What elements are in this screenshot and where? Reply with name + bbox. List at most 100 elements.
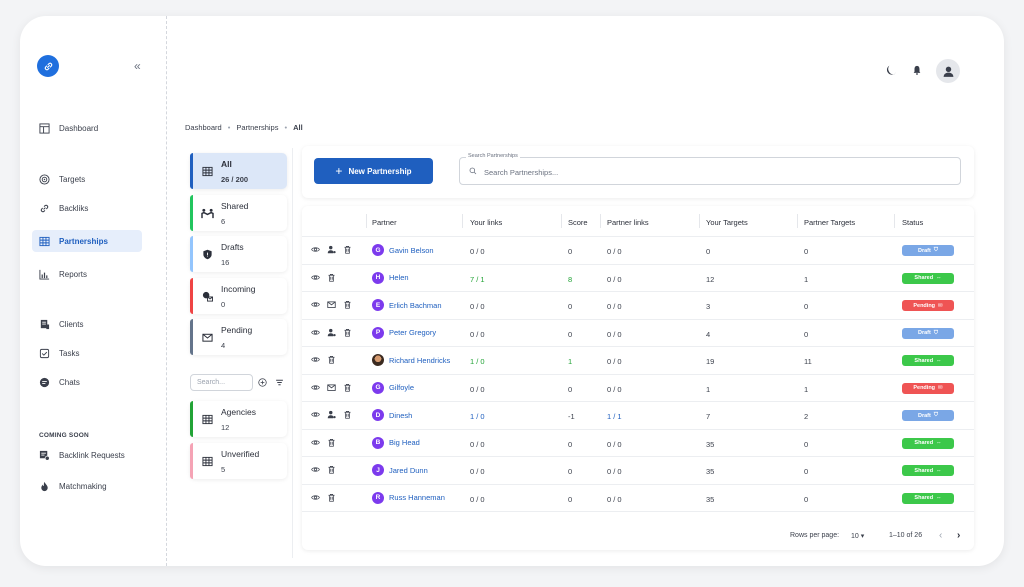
- partner-name-link[interactable]: R Russ Hanneman: [372, 491, 445, 504]
- sidebar-item-tasks[interactable]: Tasks: [32, 342, 142, 364]
- table-row[interactable]: P Peter Gregory 0 / 0 0 0 / 0 4 0 Draft ⛉: [302, 320, 974, 347]
- status-badge[interactable]: Pending ✉: [902, 300, 954, 311]
- table-row[interactable]: H Helen 7 / 1 8 0 / 0 12 1 Shared ⇔: [302, 265, 974, 292]
- category-pending[interactable]: Pending 4: [190, 319, 287, 355]
- table-row[interactable]: Richard Hendricks 1 / 0 1 0 / 0 19 11 Shared ⇔: [302, 347, 974, 375]
- category-all[interactable]: All 26 / 200: [190, 153, 287, 189]
- delete-partner-button[interactable]: [343, 328, 352, 339]
- sidebar-item-partnerships[interactable]: Partnerships: [32, 230, 142, 252]
- partner-name-link[interactable]: B Big Head: [372, 436, 420, 449]
- logo[interactable]: [37, 55, 59, 77]
- table-row[interactable]: G Gilfoyle 0 / 0 0 0 / 0 1 1 Pending ✉: [302, 375, 974, 402]
- column-header-partner[interactable]: Partner: [372, 218, 397, 227]
- search-partnerships-input[interactable]: Search Partnerships Search Partnerships.…: [459, 153, 961, 185]
- breadcrumb-link[interactable]: Partnerships: [236, 123, 278, 132]
- status-badge[interactable]: Shared ⇔: [902, 272, 954, 284]
- sidebar-item-chats[interactable]: Chats: [32, 371, 142, 393]
- prev-page-button[interactable]: ‹: [939, 530, 942, 541]
- new-partnership-button[interactable]: + New Partnership: [314, 158, 433, 184]
- score-cell: 0: [568, 494, 573, 504]
- status-badge[interactable]: Shared ⇔: [902, 492, 954, 504]
- table-row[interactable]: B Big Head 0 / 0 0 0 / 0 35 0 Shared ⇔: [302, 430, 974, 457]
- column-header-status[interactable]: Status: [902, 218, 923, 227]
- sidebar-item-label: Chats: [59, 377, 80, 387]
- table-row[interactable]: G Gavin Belson 0 / 0 0 0 / 0 0 0 Draft ⛉: [302, 237, 974, 265]
- partner-name-link[interactable]: J Jared Dunn: [372, 464, 428, 476]
- table-row[interactable]: E Erlich Bachman 0 / 0 0 0 / 0 3 0 Pending ✉: [302, 292, 974, 320]
- table-row[interactable]: R Russ Hanneman 0 / 0 0 0 / 0 35 0 Shared ⇔: [302, 485, 974, 512]
- trash-icon: [344, 300, 351, 309]
- column-header-your-links[interactable]: Your links: [470, 218, 502, 227]
- column-header-partner-targets[interactable]: Partner Targets: [804, 218, 855, 227]
- user-avatar[interactable]: [936, 59, 960, 83]
- partner-name-link[interactable]: G Gavin Belson: [372, 244, 434, 256]
- partner-name-link[interactable]: D Dinesh: [372, 409, 412, 421]
- message-partner-button[interactable]: [327, 300, 336, 311]
- view-partner-button[interactable]: [311, 465, 320, 476]
- sidebar-item-backlink-requests[interactable]: Backlink Requests: [32, 444, 142, 466]
- sidebar-item-clients[interactable]: Clients: [32, 313, 142, 335]
- add-group-button[interactable]: [258, 378, 267, 389]
- delete-partner-button[interactable]: [343, 383, 352, 394]
- status-badge[interactable]: Draft ⛉: [902, 410, 954, 421]
- delete-partner-button[interactable]: [327, 465, 336, 476]
- status-badge[interactable]: Pending ✉: [902, 382, 954, 394]
- collapse-sidebar-icon[interactable]: «: [134, 59, 141, 73]
- column-header-partner-links[interactable]: Partner links: [607, 218, 649, 227]
- partner-name-link[interactable]: G Gilfoyle: [372, 381, 414, 394]
- partner-name-link[interactable]: E Erlich Bachman: [372, 299, 442, 311]
- status-badge[interactable]: Shared ⇔: [902, 437, 954, 449]
- category-drafts[interactable]: Drafts 16: [190, 236, 287, 272]
- delete-partner-button[interactable]: [327, 438, 336, 449]
- trash-icon: [328, 273, 335, 282]
- category-incoming[interactable]: Incoming 0: [190, 278, 287, 314]
- view-partner-button[interactable]: [311, 328, 320, 339]
- delete-partner-button[interactable]: [327, 493, 336, 504]
- table-row[interactable]: D Dinesh 1 / 0 -1 1 / 1 7 2 Draft ⛉: [302, 402, 974, 430]
- delete-partner-button[interactable]: [327, 273, 336, 284]
- view-partner-button[interactable]: [311, 493, 320, 504]
- column-header-score[interactable]: Score: [568, 218, 588, 227]
- table-row[interactable]: J Jared Dunn 0 / 0 0 0 / 0 35 0 Shared ⇔: [302, 457, 974, 485]
- sidebar-item-reports[interactable]: Reports: [32, 263, 142, 285]
- message-partner-button[interactable]: [327, 383, 336, 394]
- status-badge[interactable]: Draft ⛉: [902, 327, 954, 339]
- view-partner-button[interactable]: [311, 438, 320, 449]
- sidebar-item-dashboard[interactable]: Dashboard: [32, 117, 142, 139]
- manage-partner-button[interactable]: [327, 245, 336, 256]
- column-header-your-targets[interactable]: Your Targets: [706, 218, 748, 227]
- status-badge[interactable]: Shared ⇔: [902, 355, 954, 366]
- sidebar-item-backliks[interactable]: Backliks: [32, 197, 142, 219]
- delete-partner-button[interactable]: [343, 300, 352, 311]
- view-partner-button[interactable]: [311, 383, 320, 394]
- delete-partner-button[interactable]: [343, 245, 352, 256]
- group-search-input[interactable]: Search...: [190, 374, 253, 391]
- sidebar-item-matchmaking[interactable]: Matchmaking: [32, 475, 142, 497]
- view-partner-button[interactable]: [311, 355, 320, 366]
- partner-name-link[interactable]: Richard Hendricks: [372, 354, 450, 366]
- manage-partner-button[interactable]: [327, 328, 336, 339]
- rows-per-page-select[interactable]: 10 ▾: [851, 532, 864, 540]
- delete-partner-button[interactable]: [343, 410, 352, 421]
- view-partner-button[interactable]: [311, 273, 320, 284]
- manage-partner-button[interactable]: [327, 410, 336, 421]
- category-shared[interactable]: Shared 6: [190, 195, 287, 231]
- dark-mode-toggle[interactable]: [885, 64, 898, 79]
- partner-targets-cell: 0: [804, 247, 809, 256]
- partner-name-link[interactable]: H Helen: [372, 271, 409, 284]
- view-partner-button[interactable]: [311, 300, 320, 311]
- breadcrumb-link[interactable]: Dashboard: [185, 123, 222, 132]
- status-badge[interactable]: Shared ⇔: [902, 465, 954, 476]
- status-badge[interactable]: Draft ⛉: [902, 245, 954, 256]
- group-agencies[interactable]: Agencies 12: [190, 401, 287, 437]
- delete-partner-button[interactable]: [327, 355, 336, 366]
- sidebar-item-targets[interactable]: Targets: [32, 168, 142, 190]
- sort-groups-button[interactable]: [275, 378, 284, 389]
- group-unverified[interactable]: Unverified 5: [190, 443, 287, 479]
- partner-name-link[interactable]: P Peter Gregory: [372, 326, 436, 339]
- next-page-button[interactable]: ›: [957, 530, 960, 541]
- new-partnership-label: New Partnership: [348, 166, 412, 176]
- view-partner-button[interactable]: [311, 410, 320, 421]
- view-partner-button[interactable]: [311, 245, 320, 256]
- notifications-button[interactable]: [912, 65, 922, 77]
